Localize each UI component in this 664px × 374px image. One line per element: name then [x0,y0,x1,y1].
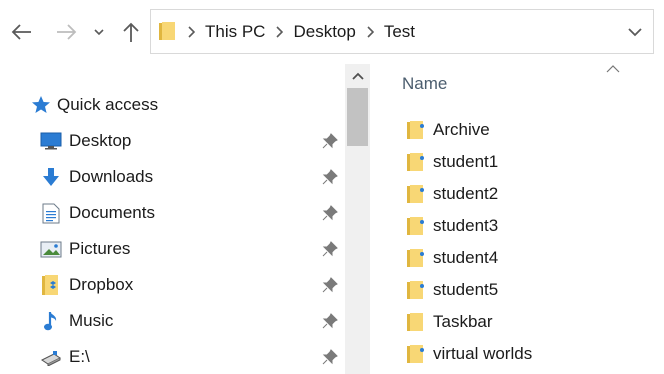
file-name: student2 [433,184,499,203]
sidebar-item-label: Pictures [69,239,131,258]
list-item[interactable]: Archive [402,114,652,146]
back-arrow-icon [11,24,31,40]
up-button[interactable] [116,16,146,48]
file-name: student1 [433,152,499,171]
star-icon [30,95,52,115]
list-item[interactable]: virtual worlds [402,338,652,370]
file-name: student5 [433,280,499,299]
chevron-right-icon[interactable] [360,25,380,38]
file-name: virtual worlds [433,344,533,363]
list-item[interactable]: student2 [402,178,652,210]
sidebar-item-label: E:\ [69,347,90,366]
pin-icon[interactable] [322,205,338,221]
folder-icon [407,185,424,203]
scroll-up-button[interactable] [345,64,370,88]
file-list: Name Archive student1 student2 student3 [372,64,664,374]
navigation-bar: This PC Desktop Test [0,0,664,64]
folder-icon [407,345,424,363]
folder-icon [407,281,424,299]
file-name: student4 [433,248,499,267]
folder-icon [407,121,424,139]
list-item[interactable]: student4 [402,242,652,274]
document-icon [40,203,62,223]
chevron-down-icon [94,29,104,36]
navigation-pane-scrollbar[interactable] [345,64,370,374]
address-history-dropdown[interactable] [625,22,645,42]
folder-icon [407,217,424,235]
file-name: Taskbar [433,312,493,331]
back-button[interactable] [4,16,38,48]
column-header-name[interactable]: Name [402,74,447,94]
sidebar-item-label: Downloads [69,167,154,186]
folder-icon [407,313,423,331]
forward-arrow-icon [57,24,77,40]
music-icon [40,311,62,331]
pin-icon[interactable] [322,241,338,257]
sidebar-item-e-drive[interactable]: E:\ [0,340,345,374]
desktop-icon [40,131,62,151]
navigation-pane: Quick access Desktop Downloads Documents… [0,64,345,374]
sidebar-item-label: Quick access [57,95,159,114]
list-item[interactable]: student3 [402,210,652,242]
breadcrumb: This PC Desktop Test [181,10,419,53]
breadcrumb-item-test[interactable]: Test [380,22,419,42]
chevron-right-icon[interactable] [181,25,201,38]
breadcrumb-item-desktop[interactable]: Desktop [289,22,359,42]
chevron-down-icon [628,27,642,36]
pin-icon[interactable] [322,169,338,185]
list-item[interactable]: student5 [402,274,652,306]
sidebar-item-quick-access[interactable]: Quick access [0,88,345,122]
recent-locations-button[interactable] [88,16,110,48]
sidebar-item-label: Documents [69,203,155,222]
pin-icon[interactable] [322,313,338,329]
list-item[interactable]: Taskbar [402,306,652,338]
download-icon [40,167,62,187]
pin-icon[interactable] [322,349,338,365]
folder-icon [407,153,424,171]
sidebar-item-desktop[interactable]: Desktop [0,124,345,158]
file-explorer-window: This PC Desktop Test Quick access Deskto… [0,0,664,374]
sidebar-item-label: Dropbox [69,275,134,294]
pin-icon[interactable] [322,277,338,293]
up-arrow-icon [123,22,139,42]
pin-icon[interactable] [322,133,338,149]
sidebar-item-label: Desktop [69,131,132,150]
folder-icon [159,22,175,40]
sidebar-item-music[interactable]: Music [0,304,345,338]
sidebar-item-dropbox[interactable]: Dropbox [0,268,345,302]
file-name: Archive [433,120,490,139]
list-item[interactable]: student1 [402,146,652,178]
sidebar-item-documents[interactable]: Documents [0,196,345,230]
chevron-right-icon[interactable] [269,25,289,38]
forward-button[interactable] [50,16,84,48]
folder-icon [407,249,424,267]
chevron-up-icon [351,72,364,80]
address-bar[interactable]: This PC Desktop Test [150,9,654,54]
sidebar-item-downloads[interactable]: Downloads [0,160,345,194]
sort-ascending-icon [606,65,620,73]
scrollbar-thumb[interactable] [347,88,368,146]
sidebar-item-pictures[interactable]: Pictures [0,232,345,266]
file-name: student3 [433,216,499,235]
sidebar-item-label: Music [69,311,114,330]
breadcrumb-item-this-pc[interactable]: This PC [201,22,269,42]
picture-icon [40,239,62,259]
dropbox-icon [40,275,62,295]
usb-drive-icon [40,347,62,367]
